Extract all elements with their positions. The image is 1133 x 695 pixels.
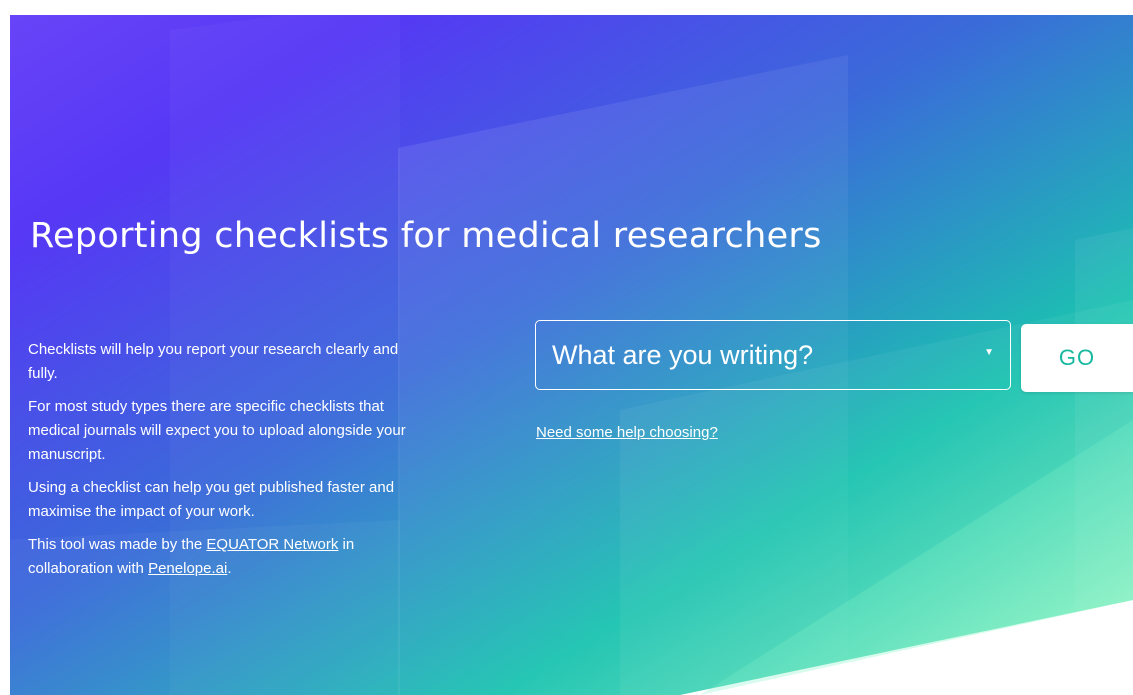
top-border (0, 0, 1133, 15)
intro-paragraph-1: Checklists will help you report your res… (28, 341, 399, 382)
help-choosing-link[interactable]: Need some help choosing? (536, 424, 718, 441)
penelope-link[interactable]: Penelope.ai (148, 560, 227, 577)
intro-text: Checklists will help you report your res… (28, 338, 408, 590)
go-button[interactable]: GO (1021, 324, 1133, 392)
triangle-down-icon: ▼ (984, 347, 994, 358)
page-title: Reporting checklists for medical researc… (30, 216, 822, 256)
select-placeholder: What are you writing? (552, 339, 814, 370)
intro-paragraph-2: For most study types there are specific … (28, 398, 406, 463)
intro-paragraph-3: Using a checklist can help you get publi… (28, 479, 395, 520)
study-type-select[interactable]: What are you writing? ▼ (535, 320, 1011, 390)
credit-prefix: This tool was made by the (28, 536, 207, 553)
equator-network-link[interactable]: EQUATOR Network (206, 536, 338, 553)
left-border (0, 0, 10, 695)
credit-suffix: . (227, 560, 232, 577)
hero-section: Reporting checklists for medical researc… (0, 0, 1133, 695)
intro-paragraph-4: This tool was made by the EQUATOR Networ… (28, 533, 408, 581)
hero-content: Reporting checklists for medical researc… (0, 0, 1133, 695)
